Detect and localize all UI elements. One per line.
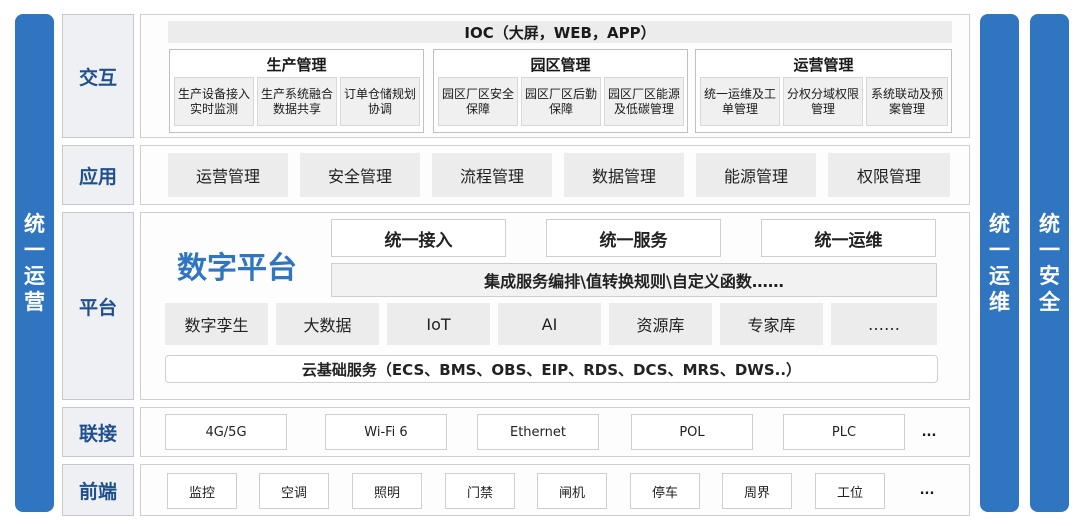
pillar-char: 维 xyxy=(989,290,1010,315)
app-item: 数据管理 xyxy=(564,153,684,197)
connection-more: ... xyxy=(921,425,937,440)
group-item: 园区厂区安全保障 xyxy=(438,77,518,126)
frontend-more: ... xyxy=(919,483,935,498)
pillar-char: 一 xyxy=(24,237,45,262)
pillar-char: 一 xyxy=(1039,237,1060,262)
layer-label-application: 应用 xyxy=(62,145,134,205)
pillar-char: 统 xyxy=(989,211,1010,236)
pillar-char: 运 xyxy=(989,264,1010,288)
layer-label-platform: 平台 xyxy=(62,212,134,400)
frontend-panel: 监控 空调 照明 门禁 闸机 停车 周界 工位 ... xyxy=(140,464,970,516)
group-title: 运营管理 xyxy=(793,56,854,74)
pillar-char: 统 xyxy=(24,211,45,236)
ioc-bar: IOC（大屏，WEB，APP） xyxy=(168,21,952,43)
group-item: 园区厂区能源及低碳管理 xyxy=(604,77,684,126)
platform-title: 数字平台 xyxy=(177,251,297,286)
pillar-char: 运 xyxy=(24,264,45,288)
group-item: 分权分域权限管理 xyxy=(783,77,863,126)
platform-module: 专家库 xyxy=(720,303,823,345)
app-item: 流程管理 xyxy=(432,153,552,197)
group-item: 生产设备接入实时监测 xyxy=(174,77,254,126)
platform-top-item: 统一接入 xyxy=(331,219,506,257)
pillar-char: 营 xyxy=(24,290,45,315)
pillar-char: 全 xyxy=(1039,290,1060,315)
platform-module: AI xyxy=(498,303,601,345)
connection-item: 4G/5G xyxy=(165,414,287,450)
platform-top-item: 统一服务 xyxy=(546,219,721,257)
group-title: 园区管理 xyxy=(530,56,591,74)
group-operation-management: 运营管理 统一运维及工单管理 分权分域权限管理 系统联动及预案管理 xyxy=(695,49,952,133)
pillar-unified-operation: 统 一 运 营 xyxy=(15,14,54,512)
pillar-text: 统 一 运 营 xyxy=(23,211,47,316)
frontend-item: 门禁 xyxy=(445,473,515,509)
frontend-item: 周界 xyxy=(722,473,792,509)
pillar-unified-security: 统 一 安 全 xyxy=(1030,14,1069,512)
interaction-panel: IOC（大屏，WEB，APP） 生产管理 生产设备接入实时监测 生产系统融合数据… xyxy=(140,14,970,138)
layer-label-frontend: 前端 xyxy=(62,464,134,516)
group-title: 生产管理 xyxy=(266,56,327,74)
app-item: 能源管理 xyxy=(696,153,816,197)
pillar-char: 一 xyxy=(989,237,1010,262)
group-production-management: 生产管理 生产设备接入实时监测 生产系统融合数据共享 订单仓储规划协调 xyxy=(169,49,424,133)
platform-module: IoT xyxy=(387,303,490,345)
application-panel: 运营管理 安全管理 流程管理 数据管理 能源管理 权限管理 xyxy=(140,145,970,205)
group-item: 订单仓储规划协调 xyxy=(340,77,420,126)
connection-item: Ethernet xyxy=(477,414,599,450)
pillar-text: 统 一 运 维 xyxy=(988,211,1012,316)
group-park-management: 园区管理 园区厂区安全保障 园区厂区后勤保障 园区厂区能源及低碳管理 xyxy=(433,49,688,133)
group-item: 生产系统融合数据共享 xyxy=(257,77,337,126)
platform-top-item: 统一运维 xyxy=(761,219,936,257)
platform-module: 资源库 xyxy=(609,303,712,345)
pillar-text: 统 一 安 全 xyxy=(1038,211,1062,316)
group-item: 园区厂区后勤保障 xyxy=(521,77,601,126)
app-item: 安全管理 xyxy=(300,153,420,197)
connection-panel: 4G/5G Wi-Fi 6 Ethernet POL PLC ... xyxy=(140,407,970,457)
cloud-bar: 云基础服务（ECS、BMS、OBS、EIP、RDS、DCS、MRS、DWS..） xyxy=(165,355,938,383)
connection-item: POL xyxy=(631,414,753,450)
frontend-item: 照明 xyxy=(352,473,422,509)
frontend-item: 闸机 xyxy=(537,473,607,509)
platform-module: 数字孪生 xyxy=(165,303,268,345)
platform-panel: 数字平台 统一接入 统一服务 统一运维 集成服务编排\值转换规则\自定义函数……… xyxy=(140,212,970,400)
platform-module: 大数据 xyxy=(276,303,379,345)
layer-label-interaction: 交互 xyxy=(62,14,134,138)
pillar-unified-maintenance: 统 一 运 维 xyxy=(980,14,1019,512)
pillar-char: 安 xyxy=(1039,264,1060,288)
connection-item: PLC xyxy=(783,414,905,450)
frontend-item: 空调 xyxy=(259,473,329,509)
connection-item: Wi-Fi 6 xyxy=(325,414,447,450)
group-item: 统一运维及工单管理 xyxy=(700,77,780,126)
pillar-char: 统 xyxy=(1039,211,1060,236)
group-item: 系统联动及预案管理 xyxy=(866,77,948,126)
frontend-item: 工位 xyxy=(815,473,885,509)
layer-label-connection: 联接 xyxy=(62,407,134,457)
app-item: 运营管理 xyxy=(168,153,288,197)
app-item: 权限管理 xyxy=(828,153,950,197)
frontend-item: 监控 xyxy=(167,473,237,509)
frontend-item: 停车 xyxy=(630,473,700,509)
platform-module: …… xyxy=(831,303,937,345)
integration-bar: 集成服务编排\值转换规则\自定义函数…… xyxy=(331,263,937,297)
